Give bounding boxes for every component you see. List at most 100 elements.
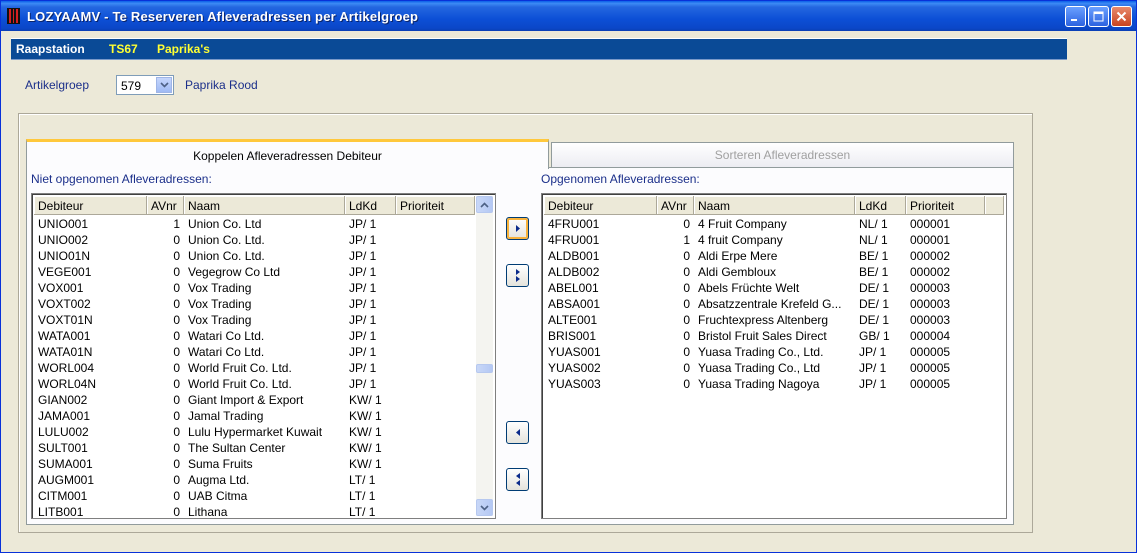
tab-sorteren[interactable]: Sorteren Afleveradressen (551, 142, 1014, 167)
table-row[interactable]: ALTE001 0 Fruchtexpress Altenberg DE/ 1 0000… (544, 312, 985, 328)
cell-avnr: 0 (173, 329, 180, 343)
table-row[interactable]: ALDB002 0 Aldi Gembloux BE/ 1 000002 (544, 264, 985, 280)
cell-prioriteit: 000001 (910, 217, 951, 231)
table-row[interactable]: 4FRU001 0 4 Fruit Company NL/ 1 000001 (544, 216, 985, 232)
table-row[interactable]: YUAS002 0 Yuasa Trading Co., Ltd JP/ 1 00000… (544, 360, 985, 376)
cell-prioriteit: 000003 (910, 281, 951, 295)
table-row[interactable]: VOXT002 0 Vox Trading JP/ 1 (34, 296, 475, 312)
table-row[interactable]: SULT001 0 The Sultan Center KW/ 1 (34, 440, 475, 456)
header-naam[interactable]: Naam (694, 196, 855, 215)
cell-ldkd: JP/ 1 (349, 377, 377, 391)
table-row[interactable]: CITM001 0 UAB Citma LT/ 1 (34, 488, 475, 504)
cell-debiteur: YUAS003 (548, 377, 601, 391)
cell-debiteur: WATA001 (38, 329, 91, 343)
cell-naam: Jamal Trading (188, 409, 264, 423)
table-row[interactable]: YUAS003 0 Yuasa Trading Nagoya JP/ 1 000005 (544, 376, 985, 392)
header-ldkd[interactable]: LdKd (855, 196, 906, 215)
table-row[interactable]: JAMA001 0 Jamal Trading KW/ 1 (34, 408, 475, 424)
remove-selected-button[interactable] (506, 421, 529, 444)
header-debiteur[interactable]: Debiteur (34, 196, 147, 215)
cell-prioriteit (396, 424, 475, 440)
double-triangle-right-icon (515, 269, 520, 282)
table-row[interactable]: WATA01N 0 Watari Co Ltd. JP/ 1 (34, 344, 475, 360)
cell-avnr: 0 (683, 297, 690, 311)
header-avnr[interactable]: AVnr (657, 196, 694, 215)
cell-debiteur: ABSA001 (548, 297, 601, 311)
minimize-icon (1071, 19, 1077, 21)
minimize-button[interactable] (1065, 6, 1086, 27)
table-row[interactable]: WATA001 0 Watari Co Ltd. JP/ 1 (34, 328, 475, 344)
left-list-label: Niet opgenomen Afleveradressen: (31, 172, 212, 186)
table-row[interactable]: ABEL001 0 Abels Früchte Welt DE/ 1 000003 (544, 280, 985, 296)
cell-ldkd: DE/ 1 (859, 297, 890, 311)
table-row[interactable]: ABSA001 0 Absatzzentrale Krefeld G... DE/ 1… (544, 296, 985, 312)
right-grid[interactable]: Debiteur AVnr Naam LdKd Prioriteit 4FRU0… (541, 193, 1007, 519)
cell-naam: Yuasa Trading Nagoya (698, 377, 820, 391)
close-button[interactable] (1111, 6, 1132, 27)
station-name: Paprika's (157, 42, 210, 56)
table-row[interactable]: YUAS001 0 Yuasa Trading Co., Ltd. JP/ 1 0000… (544, 344, 985, 360)
add-all-button[interactable] (506, 264, 529, 287)
cell-prioriteit: 000005 (910, 361, 951, 375)
cell-naam: Suma Fruits (188, 457, 253, 471)
table-row[interactable]: VOXT01N 0 Vox Trading JP/ 1 (34, 312, 475, 328)
cell-avnr: 0 (173, 505, 180, 519)
title-bar[interactable]: LOZYAAMV - Te Reserveren Afleveradressen… (1, 1, 1136, 31)
cell-debiteur: ALDB001 (548, 249, 600, 263)
maximize-button[interactable] (1088, 6, 1109, 27)
cell-prioriteit (396, 328, 475, 344)
tab-koppelen[interactable]: Koppelen Afleveradressen Debiteur (26, 139, 549, 169)
header-ldkd[interactable]: LdKd (345, 196, 396, 215)
table-row[interactable]: LITB001 0 Lithana LT/ 1 (34, 504, 475, 519)
header-prioriteit[interactable]: Prioriteit (396, 196, 475, 215)
cell-naam: Vox Trading (188, 297, 252, 311)
cell-prioriteit: 000002 (910, 265, 951, 279)
left-vertical-scrollbar[interactable] (476, 196, 493, 516)
table-row[interactable]: VOX001 0 Vox Trading JP/ 1 (34, 280, 475, 296)
cell-ldkd: DE/ 1 (859, 313, 890, 327)
cell-avnr: 0 (173, 473, 180, 487)
cell-avnr: 0 (683, 265, 690, 279)
cell-prioriteit: 000003 (910, 297, 951, 311)
table-row[interactable]: UNIO001 1 Union Co. Ltd JP/ 1 (34, 216, 475, 232)
table-row[interactable]: UNIO01N 0 Union Co. Ltd. JP/ 1 (34, 248, 475, 264)
header-prioriteit[interactable]: Prioriteit (906, 196, 985, 215)
header-avnr[interactable]: AVnr (147, 196, 184, 215)
table-row[interactable]: SUMA001 0 Suma Fruits KW/ 1 (34, 456, 475, 472)
cell-debiteur: GIAN002 (38, 393, 88, 407)
table-row[interactable]: WORL04N 0 World Fruit Co. Ltd. JP/ 1 (34, 376, 475, 392)
cell-debiteur: ALDB002 (548, 265, 600, 279)
table-row[interactable]: UNIO002 0 Union Co. Ltd. JP/ 1 (34, 232, 475, 248)
cell-debiteur: ALTE001 (548, 313, 598, 327)
table-row[interactable]: BRIS001 0 Bristol Fruit Sales Direct GB/ 1 0… (544, 328, 985, 344)
table-row[interactable]: ALDB001 0 Aldi Erpe Mere BE/ 1 000002 (544, 248, 985, 264)
table-row[interactable]: AUGM001 0 Augma Ltd. LT/ 1 (34, 472, 475, 488)
cell-naam: UAB Citma (188, 489, 248, 503)
cell-naam: Lulu Hypermarket Kuwait (188, 425, 323, 439)
table-row[interactable]: GIAN002 0 Giant Import & Export KW/ 1 (34, 392, 475, 408)
scroll-up-button[interactable] (476, 196, 493, 213)
cell-avnr: 0 (683, 217, 690, 231)
remove-all-button[interactable] (506, 468, 529, 491)
header-debiteur[interactable]: Debiteur (544, 196, 657, 215)
left-grid[interactable]: Debiteur AVnr Naam LdKd Prioriteit UNIO0… (31, 193, 496, 519)
cell-avnr: 0 (173, 361, 180, 375)
app-icon[interactable] (7, 8, 20, 24)
cell-naam: 4 fruit Company (698, 233, 783, 247)
artikelgroep-select[interactable]: 579 (116, 75, 174, 95)
cell-prioriteit (396, 296, 475, 312)
scroll-thumb[interactable] (476, 364, 493, 373)
add-selected-button[interactable] (506, 217, 529, 240)
cell-naam: Fruchtexpress Altenberg (698, 313, 829, 327)
table-row[interactable]: WORL004 0 World Fruit Co. Ltd. JP/ 1 (34, 360, 475, 376)
station-label: Raapstation (16, 42, 85, 56)
dropdown-button[interactable] (156, 77, 172, 93)
table-row[interactable]: VEGE001 0 Vegegrow Co Ltd JP/ 1 (34, 264, 475, 280)
cell-naam: Augma Ltd. (188, 473, 250, 487)
table-row[interactable]: LULU002 0 Lulu Hypermarket Kuwait KW/ 1 (34, 424, 475, 440)
cell-avnr: 0 (173, 249, 180, 263)
cell-ldkd: JP/ 1 (349, 233, 377, 247)
table-row[interactable]: 4FRU001 1 4 fruit Company NL/ 1 000001 (544, 232, 985, 248)
scroll-down-button[interactable] (476, 499, 493, 516)
header-naam[interactable]: Naam (184, 196, 345, 215)
